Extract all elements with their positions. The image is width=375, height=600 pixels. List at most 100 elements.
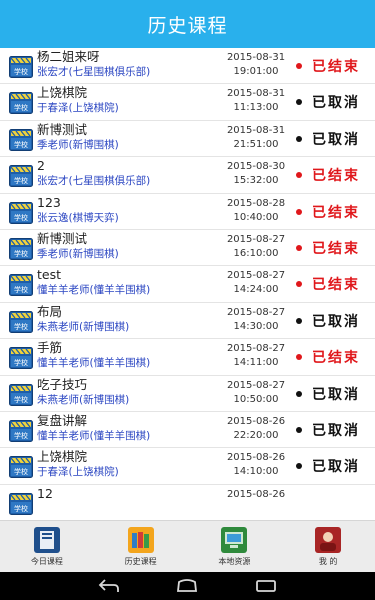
course-row[interactable]: 学校 布局 朱燕老师(新博围棋) 2015-08-27 14:30:00 已取消: [0, 303, 375, 340]
status-label: 已取消: [312, 459, 360, 476]
status-label: 已取消: [312, 95, 360, 112]
school-icon: 学校: [9, 165, 33, 188]
course-name: 上饶棋院: [37, 449, 88, 465]
local-resources-icon: [221, 526, 248, 553]
course-time: 22:20:00: [233, 429, 279, 441]
course-time: 10:40:00: [233, 211, 279, 223]
course-datetime: 2015-08-30 15:32:00: [226, 160, 286, 188]
course-row[interactable]: 学校 复盘讲解 懂羊羊老师(懂羊羊围棋) 2015-08-26 22:20:00 已取消: [0, 412, 375, 449]
course-name: 布局: [37, 303, 63, 319]
course-date: 2015-08-26: [226, 415, 286, 427]
course-row[interactable]: 学校 手筋 懂羊羊老师(懂羊羊围棋) 2015-08-27 14:11:00 已结束: [0, 339, 375, 376]
status-dot-icon: [296, 99, 302, 106]
course-status: 已取消: [296, 93, 360, 111]
course-time: 11:13:00: [233, 102, 279, 114]
tab-local-resources[interactable]: 本地资源: [199, 526, 269, 567]
course-row[interactable]: 学校 12 2015-08-26: [0, 485, 375, 520]
tab-label: 历史课程: [124, 556, 157, 566]
school-icon: 学校: [9, 456, 33, 479]
icon-label: 学校: [14, 431, 28, 440]
course-teacher: 懂羊羊老师(懂羊羊围棋): [37, 284, 151, 297]
course-name: 上饶棋院: [37, 85, 88, 101]
back-icon[interactable]: [94, 576, 124, 596]
icon-label: 学校: [14, 103, 28, 112]
status-label: 已取消: [312, 313, 360, 330]
course-teacher: 于春泽(上饶棋院): [37, 102, 119, 115]
course-date: 2015-08-27: [226, 343, 286, 355]
course-datetime: 2015-08-27 14:24:00: [226, 269, 286, 297]
tab-history-courses[interactable]: 历史课程: [106, 526, 176, 567]
course-status: 已取消: [296, 421, 360, 439]
school-icon: 学校: [9, 310, 33, 333]
system-nav-bar: [0, 572, 375, 600]
course-datetime: 2015-08-27 14:30:00: [226, 306, 286, 334]
course-datetime: 2015-08-27 10:50:00: [226, 379, 286, 407]
course-status: 已取消: [296, 312, 360, 330]
status-dot-icon: [296, 281, 302, 288]
school-icon: 学校: [9, 56, 33, 78]
course-status: 已取消: [296, 457, 360, 475]
status-dot-icon: [296, 354, 302, 361]
course-datetime: 2015-08-31 19:01:00: [226, 51, 286, 79]
profile-icon: [315, 526, 342, 553]
tab-today-courses[interactable]: 今日课程: [12, 526, 82, 567]
course-row[interactable]: 学校 吃子技巧 朱燕老师(新博围棋) 2015-08-27 10:50:00 已取消: [0, 376, 375, 412]
course-time: 15:32:00: [233, 175, 279, 187]
course-datetime: 2015-08-27 16:10:00: [226, 233, 286, 261]
status-label: 已结束: [312, 168, 360, 185]
icon-label: 学校: [14, 395, 28, 404]
course-status: 已结束: [296, 166, 360, 184]
status-dot-icon: [296, 135, 302, 142]
course-row[interactable]: 学校 新博测试 季老师(新博围棋) 2015-08-31 21:51:00 已取消: [0, 121, 375, 158]
course-datetime: 2015-08-31 21:51:00: [226, 124, 286, 152]
status-dot-icon: [296, 463, 302, 470]
course-list[interactable]: 学校 杨二姐来呀 张宏才(七星围棋俱乐部) 2015-08-31 19:01:00 已结束…: [0, 48, 375, 520]
course-teacher: 季老师(新博围棋): [37, 138, 119, 151]
course-row[interactable]: 学校 新博测试 季老师(新博围棋) 2015-08-27 16:10:00 已结束: [0, 230, 375, 267]
course-name: 新博测试: [37, 121, 88, 137]
course-datetime: 2015-08-28 10:40:00: [226, 197, 286, 225]
course-teacher: 张宏才(七星围棋俱乐部): [37, 66, 151, 78]
course-datetime: 2015-08-26 22:20:00: [226, 415, 286, 443]
home-icon[interactable]: [172, 576, 202, 596]
course-teacher: 张云逸(棋博天弈): [37, 211, 119, 224]
course-row[interactable]: 学校 123 张云逸(棋博天弈) 2015-08-28 10:40:00 已结束: [0, 194, 375, 230]
course-status: 已结束: [296, 239, 360, 257]
course-datetime: 2015-08-26 14:10:00: [226, 451, 286, 479]
status-dot-icon: [296, 390, 302, 397]
school-icon: 学校: [9, 492, 33, 515]
course-row[interactable]: 学校 2 张宏才(七星围棋俱乐部) 2015-08-30 15:32:00 已结束: [0, 157, 375, 194]
tab-me[interactable]: 我 的: [293, 526, 363, 567]
course-status: 已结束: [296, 275, 360, 293]
status-label: 已取消: [312, 131, 360, 148]
status-dot-icon: [296, 63, 302, 69]
status-dot-icon: [296, 317, 302, 324]
course-status: 已取消: [296, 130, 360, 148]
course-teacher: 朱燕老师(新博围棋): [37, 320, 130, 333]
course-name: 杨二姐来呀: [37, 49, 100, 64]
course-datetime: 2015-08-31 11:13:00: [226, 87, 286, 115]
status-dot-icon: [296, 172, 302, 179]
recent-apps-icon[interactable]: [251, 576, 281, 596]
course-teacher: 朱燕老师(新博围棋): [37, 393, 130, 406]
status-label: 已结束: [312, 240, 360, 257]
course-row[interactable]: 学校 上饶棋院 于春泽(上饶棋院) 2015-08-26 14:10:00 已取消: [0, 448, 375, 485]
school-icon: 学校: [9, 419, 33, 442]
course-date: 2015-08-26: [226, 452, 286, 464]
course-name: 手筋: [37, 340, 63, 356]
course-row[interactable]: 学校 test 懂羊羊老师(懂羊羊围棋) 2015-08-27 14:24:00 已结束: [0, 266, 375, 303]
course-row[interactable]: 学校 杨二姐来呀 张宏才(七星围棋俱乐部) 2015-08-31 19:01:00 已结束: [0, 48, 375, 85]
course-date: 2015-08-27: [226, 379, 286, 391]
book-icon: [33, 526, 60, 553]
course-name: 吃子技巧: [37, 376, 88, 392]
app-header: 历史课程: [0, 0, 375, 48]
course-status: 已结束: [296, 203, 360, 221]
course-status: 已取消: [296, 385, 360, 403]
course-name: 复盘讲解: [37, 412, 88, 428]
course-date: 2015-08-27: [226, 270, 286, 282]
icon-label: 学校: [14, 504, 28, 513]
course-time: 14:10:00: [233, 466, 279, 478]
course-time: 21:51:00: [233, 138, 279, 150]
course-row[interactable]: 学校 上饶棋院 于春泽(上饶棋院) 2015-08-31 11:13:00 已取消: [0, 84, 375, 121]
course-time: 19:01:00: [233, 66, 279, 77]
